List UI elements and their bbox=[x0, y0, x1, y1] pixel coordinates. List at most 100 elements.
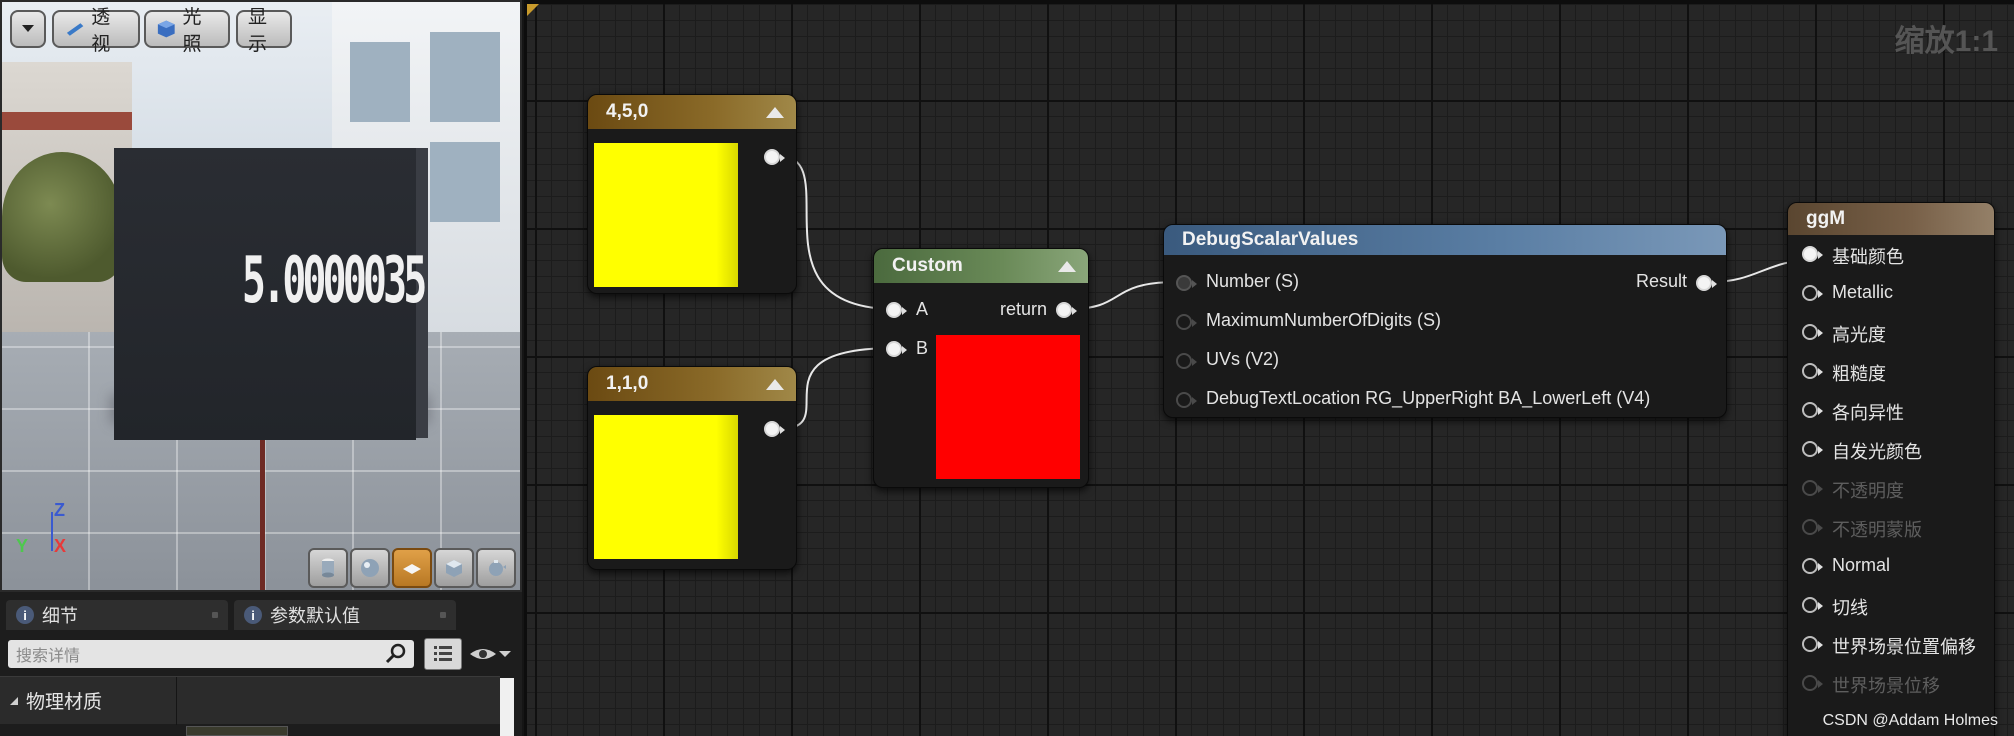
material-input-pin[interactable] bbox=[1802, 441, 1823, 457]
output-return-pin[interactable] bbox=[1056, 302, 1077, 318]
material-input-pin[interactable] bbox=[1802, 597, 1823, 613]
tab-details-label: 细节 bbox=[42, 606, 78, 626]
viewport-tree bbox=[2, 152, 122, 282]
preview-viewport[interactable]: 5.0000035 透视 光照 显示 Z Y X bbox=[0, 0, 522, 592]
show-button[interactable]: 显示 bbox=[236, 7, 292, 55]
material-input-pin[interactable] bbox=[1802, 675, 1823, 691]
preview-cylinder-button[interactable] bbox=[308, 548, 348, 588]
sphere-icon bbox=[361, 559, 379, 577]
custom-node[interactable]: Custom A return B bbox=[873, 248, 1089, 488]
tab-parameter-defaults[interactable]: i 参数默认值 bbox=[234, 600, 456, 630]
constant-node-a[interactable]: 4,5,0 bbox=[587, 94, 797, 294]
details-panel: i 细节 i 参数默认值 搜索详情 物理材质 bbox=[0, 592, 522, 736]
material-input-pin[interactable] bbox=[1802, 636, 1823, 652]
material-input-label: 基础颜色 bbox=[1832, 247, 1904, 267]
node-header[interactable]: DebugScalarValues bbox=[1164, 225, 1726, 255]
input-label-number: Number (S) bbox=[1206, 271, 1300, 291]
output-pin[interactable] bbox=[764, 421, 785, 437]
material-input-label: 不透明蒙版 bbox=[1832, 520, 1922, 540]
input-pin-uvs[interactable] bbox=[1176, 353, 1197, 369]
details-scrollbar[interactable] bbox=[500, 678, 514, 736]
input-pin-max-digits[interactable] bbox=[1176, 314, 1197, 330]
input-pin-text-location[interactable] bbox=[1176, 392, 1197, 408]
input-pin-a[interactable] bbox=[886, 302, 907, 318]
material-input-pin[interactable] bbox=[1802, 480, 1823, 496]
perspective-icon bbox=[66, 23, 84, 36]
material-input-label: 粗糙度 bbox=[1832, 364, 1886, 384]
material-input-label: 切线 bbox=[1832, 598, 1868, 618]
lighting-label: 光照 bbox=[182, 7, 202, 55]
preview-sphere-button[interactable] bbox=[350, 548, 390, 588]
material-graph[interactable]: 缩放1:1 4,5,0 1,1,0 Custom A return B Debu… bbox=[524, 0, 2014, 736]
tab-details[interactable]: i 细节 bbox=[6, 600, 228, 630]
list-icon bbox=[434, 646, 452, 661]
constant-node-b[interactable]: 1,1,0 bbox=[587, 366, 797, 570]
axis-x-label: X bbox=[54, 536, 67, 556]
view-options-dropdown[interactable] bbox=[468, 640, 516, 668]
output-result-pin[interactable] bbox=[1696, 275, 1717, 291]
collapse-triangle-icon[interactable] bbox=[766, 379, 784, 390]
chevron-down-icon bbox=[22, 25, 34, 32]
eye-icon bbox=[470, 649, 496, 659]
input-pin-b-label: B bbox=[916, 338, 929, 358]
physical-material-thumbnail[interactable] bbox=[186, 726, 288, 736]
material-editor-window: 5.0000035 透视 光照 显示 Z Y X i 细节 i 参数默认值 搜索… bbox=[0, 0, 2014, 736]
material-input-pin[interactable] bbox=[1802, 285, 1823, 301]
node-title: 4,5,0 bbox=[606, 101, 649, 122]
lighting-button[interactable]: 光照 bbox=[144, 7, 230, 55]
info-icon: i bbox=[16, 606, 34, 624]
output-pin[interactable] bbox=[764, 149, 785, 165]
node-header[interactable]: Custom bbox=[874, 249, 1088, 283]
collapse-arrow-icon bbox=[10, 696, 18, 705]
material-input-pin[interactable] bbox=[1802, 519, 1823, 535]
preview-cube-button[interactable] bbox=[434, 548, 474, 588]
search-icon[interactable] bbox=[384, 642, 408, 666]
node-header[interactable]: 4,5,0 bbox=[588, 95, 796, 129]
axis-z-label: Z bbox=[54, 500, 65, 520]
perspective-label: 透视 bbox=[91, 7, 111, 55]
material-input-pin[interactable] bbox=[1802, 558, 1823, 574]
node-header[interactable]: 1,1,0 bbox=[588, 367, 796, 401]
category-physical-material[interactable]: 物理材质 bbox=[0, 676, 500, 725]
material-result-node[interactable]: ggM 基础颜色 Metallic 高光度 粗糙度 各向异性 自发光颜色 不透明度 不透明蒙版… bbox=[1787, 202, 1995, 736]
input-pin-a-label: A bbox=[916, 299, 929, 319]
node-header[interactable]: ggM bbox=[1788, 203, 1994, 235]
tab-close-icon[interactable] bbox=[212, 612, 218, 618]
material-input-label: 世界场景位移 bbox=[1832, 676, 1940, 696]
node-title: 1,1,0 bbox=[606, 373, 649, 394]
material-input-pin[interactable] bbox=[1802, 246, 1823, 262]
cube-icon bbox=[446, 560, 462, 577]
material-input-label: 各向异性 bbox=[1832, 403, 1904, 423]
info-icon: i bbox=[244, 606, 262, 624]
viewport-options-dropdown[interactable] bbox=[10, 10, 46, 48]
tab-parameter-defaults-label: 参数默认值 bbox=[270, 606, 360, 626]
chevron-down-icon bbox=[499, 651, 511, 657]
category-label: 物理材质 bbox=[26, 692, 103, 713]
collapse-triangle-icon[interactable] bbox=[1058, 261, 1076, 272]
perspective-button[interactable]: 透视 bbox=[52, 7, 140, 55]
node-title: DebugScalarValues bbox=[1182, 229, 1359, 250]
input-label-text-location: DebugTextLocation RG_UpperRight BA_Lower… bbox=[1206, 388, 1651, 408]
material-input-label: 世界场景位置偏移 bbox=[1832, 637, 1976, 657]
input-label-uvs: UVs (V2) bbox=[1206, 349, 1280, 369]
preview-custom-mesh-button[interactable] bbox=[476, 548, 516, 588]
material-input-pin[interactable] bbox=[1802, 363, 1823, 379]
material-input-pin[interactable] bbox=[1802, 402, 1823, 418]
details-search-input[interactable]: 搜索详情 bbox=[8, 640, 414, 668]
property-matrix-button[interactable] bbox=[424, 638, 462, 670]
color-preview-swatch bbox=[594, 415, 738, 559]
input-pin-b[interactable] bbox=[886, 341, 907, 357]
debug-scalar-values-node[interactable]: DebugScalarValues Number (S) MaximumNumb… bbox=[1163, 224, 1727, 418]
tab-close-icon[interactable] bbox=[440, 612, 446, 618]
material-input-label: 高光度 bbox=[1832, 325, 1886, 345]
output-return-label: return bbox=[1000, 299, 1048, 319]
input-label-max-digits: MaximumNumberOfDigits (S) bbox=[1206, 310, 1442, 330]
teapot-icon bbox=[489, 560, 506, 576]
node-title: Custom bbox=[892, 255, 963, 276]
material-input-label: 不透明度 bbox=[1832, 481, 1904, 501]
preview-plane-button[interactable] bbox=[392, 548, 432, 588]
material-input-label: 自发光颜色 bbox=[1832, 442, 1922, 462]
collapse-triangle-icon[interactable] bbox=[766, 107, 784, 118]
material-input-pin[interactable] bbox=[1802, 324, 1823, 340]
input-pin-number[interactable] bbox=[1176, 275, 1197, 291]
